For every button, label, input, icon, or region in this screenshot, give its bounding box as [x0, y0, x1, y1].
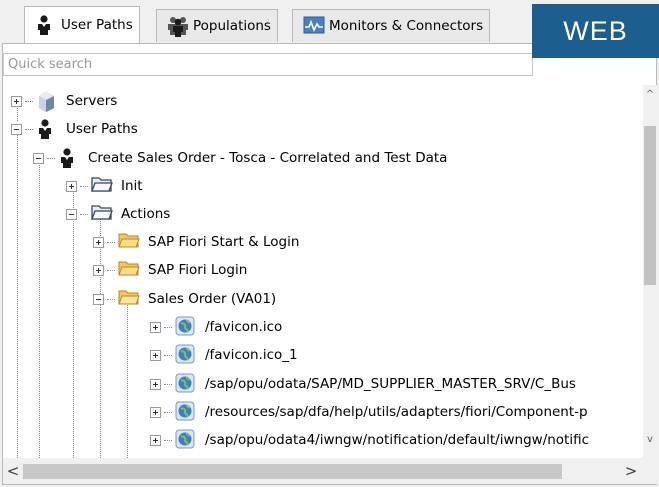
folder-yellow-icon [118, 259, 140, 281]
tree-node-label: SAP Fiori Start & Login [148, 234, 300, 250]
collapse-icon[interactable] [33, 152, 44, 164]
user-paths-panel: Servers User Paths [2, 43, 657, 485]
globe-icon [175, 316, 197, 338]
collapse-icon[interactable] [93, 293, 104, 305]
tab-user-paths[interactable]: User Paths [24, 6, 140, 43]
folder-icon [91, 203, 113, 225]
tree-node-request[interactable]: /resources/sap/dfa/help/utils/adapters/f… [150, 398, 588, 426]
tree-node-label: User Paths [66, 121, 138, 137]
scroll-right-icon[interactable]: > [623, 463, 639, 479]
monitor-icon [303, 15, 325, 37]
expand-icon[interactable] [150, 378, 161, 390]
server-icon [36, 90, 58, 112]
expand-icon[interactable] [150, 321, 161, 333]
tree-node-fiori-start-login[interactable]: SAP Fiori Start & Login [93, 228, 299, 256]
collapse-icon[interactable] [11, 123, 22, 135]
tab-monitors-connectors[interactable]: Monitors & Connectors [292, 9, 491, 42]
tree-node-label: Init [121, 178, 143, 194]
globe-icon [175, 373, 197, 395]
globe-icon [175, 344, 197, 366]
web-badge: WEB [532, 4, 659, 58]
tab-label: Populations [193, 18, 271, 34]
horizontal-scrollbar[interactable]: < > [3, 458, 643, 484]
tree-node-label: /favicon.ico_1 [205, 347, 298, 363]
scroll-up-icon[interactable]: ^ [643, 88, 657, 102]
tree-node-servers[interactable]: Servers [11, 87, 117, 115]
scroll-down-icon[interactable]: v [643, 433, 657, 447]
tree-node-actions[interactable]: Actions [66, 200, 170, 228]
tab-label: User Paths [61, 17, 133, 33]
tree-node-request[interactable]: /favicon.ico [150, 313, 282, 341]
tree-node-label: Sales Order (VA01) [148, 291, 277, 307]
tree-node-label: /sap/opu/odata/SAP/MD_SUPPLIER_MASTER_SR… [205, 376, 576, 392]
folder-yellow-icon [118, 231, 140, 253]
expand-icon[interactable] [150, 434, 161, 446]
tree-node-fiori-login[interactable]: SAP Fiori Login [93, 256, 247, 284]
horizontal-scroll-thumb[interactable] [23, 464, 562, 479]
tree-node-label: /sap/opu/odata4/iwngw/notification/defau… [205, 432, 590, 448]
folder-icon [91, 175, 113, 197]
tree-node-request[interactable]: /sap/opu/odata4/iwngw/notification/defau… [150, 426, 589, 454]
vertical-scroll-thumb[interactable] [644, 126, 656, 285]
vertical-scrollbar[interactable]: ^ v [643, 85, 657, 458]
tab-populations[interactable]: Populations [156, 9, 278, 42]
tree-node-label: SAP Fiori Login [148, 262, 248, 278]
tree-node-label: /resources/sap/dfa/help/utils/adapters/f… [205, 404, 588, 420]
tree-node-create-sales-order[interactable]: Create Sales Order - Tosca - Correlated … [33, 144, 447, 172]
tree-node-label: /favicon.ico [205, 319, 283, 335]
expand-icon[interactable] [150, 349, 161, 361]
scrollbar-corner [643, 458, 657, 484]
scroll-left-icon[interactable]: < [5, 463, 21, 479]
tree-node-request[interactable]: /sap/opu/odata/SAP/MD_SUPPLIER_MASTER_SR… [150, 370, 576, 398]
tab-label: Monitors & Connectors [329, 18, 484, 34]
expand-icon[interactable] [93, 264, 104, 276]
globe-icon [175, 401, 197, 423]
globe-icon [175, 429, 197, 451]
tree-node-label: Create Sales Order - Tosca - Correlated … [88, 150, 448, 166]
tree-node-user-paths[interactable]: User Paths [11, 115, 138, 143]
tree-node-sales-order[interactable]: Sales Order (VA01) [93, 285, 276, 313]
tree-node-init[interactable]: Init [66, 172, 143, 200]
expand-icon[interactable] [66, 180, 77, 192]
tree-node-label: Actions [121, 206, 171, 222]
expand-icon[interactable] [11, 95, 22, 107]
user-path-icon [35, 14, 55, 36]
tree-node-request[interactable]: /favicon.ico_1 [150, 341, 298, 369]
tree-node-label: Servers [66, 93, 118, 109]
expand-icon[interactable] [93, 236, 104, 248]
folder-yellow-open-icon [118, 288, 140, 310]
user-paths-tree: Servers User Paths Create Sales Order - … [3, 85, 643, 458]
user-path-icon [58, 147, 80, 169]
quick-search-input[interactable] [3, 53, 533, 76]
user-path-icon [36, 118, 58, 140]
collapse-icon[interactable] [66, 208, 77, 220]
population-icon [167, 15, 188, 37]
expand-icon[interactable] [150, 406, 161, 418]
